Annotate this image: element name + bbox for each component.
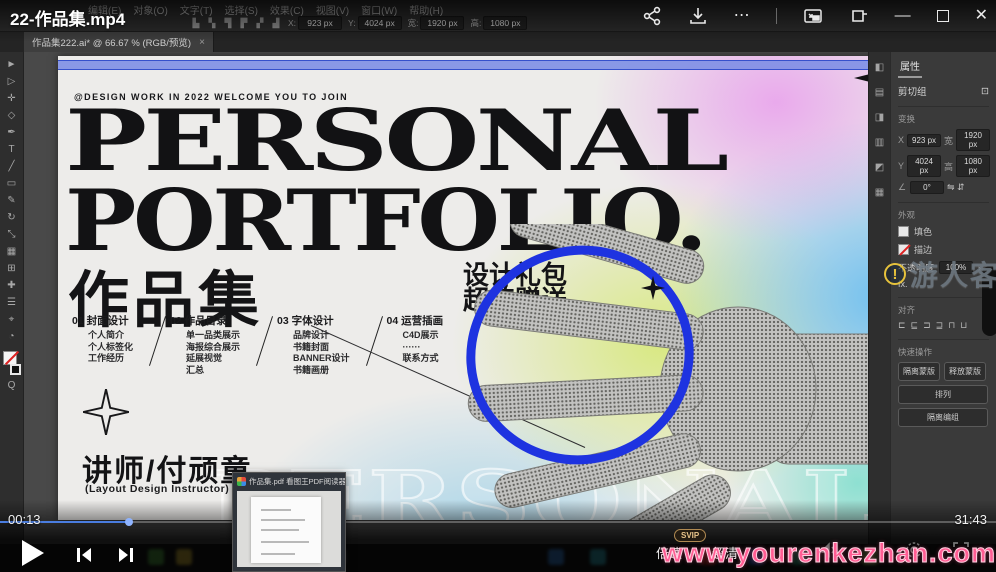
prop-w-label: 宽: [944, 135, 954, 146]
site-watermark-text: 游人客栈: [910, 260, 996, 291]
site-watermark: ! 游人客栈: [884, 254, 996, 294]
url-watermark: www.yourenkezhan.com: [661, 538, 996, 569]
panel-dock: ◧ ▤ ◨ ▥ ◩ ▦: [868, 52, 890, 572]
color-panel-icon[interactable]: ◧: [875, 62, 884, 73]
angle-field[interactable]: 0°: [910, 181, 944, 194]
column-divider: [256, 316, 274, 366]
prop-h-field[interactable]: 1080 px: [956, 155, 991, 177]
angle-icon: ∠: [898, 182, 907, 192]
poster-column-1: 01 封面设计 个人简介 个人标签化 工作经历: [72, 315, 134, 363]
progress-bar[interactable]: [0, 518, 996, 526]
column-divider: [149, 316, 167, 366]
prop-w-field[interactable]: 1920 px: [956, 129, 991, 151]
picture-in-picture-icon[interactable]: [803, 6, 823, 26]
artboard-tool[interactable]: ☰: [4, 296, 20, 309]
selection-type: 剪切组: [898, 87, 927, 98]
prop-y-label: Y: [898, 161, 905, 171]
canvas-area[interactable]: @DESIGN WORK IN 2022 WELCOME YOU TO JOIN…: [24, 52, 874, 572]
tools-panel: ► ▷ ✛ ◇ ✒ T ╱ ▭ ✎ ↻ ⤡ ▦ ⊞ ✚ ☰ ⌖ ◔ Q: [0, 52, 24, 572]
magic-wand-tool[interactable]: ✛: [4, 92, 20, 105]
stroke-swatch[interactable]: [9, 364, 21, 375]
exclamation-icon: !: [884, 263, 906, 285]
quick-actions-label: 快速操作: [898, 339, 989, 358]
align-section-label: 对齐: [898, 297, 989, 316]
brushes-panel-icon[interactable]: ◨: [875, 112, 884, 123]
isolate-mask-button[interactable]: 隔离蒙版: [898, 362, 940, 381]
fill-label: 填色: [914, 227, 933, 237]
fill-swatch[interactable]: [898, 226, 909, 237]
poster-columns: 01 封面设计 个人简介 个人标签化 工作经历 02 作品目录 单一品类展示 海…: [72, 313, 467, 376]
video-title: 22-作品集.mp4: [10, 10, 126, 29]
divider: [775, 8, 777, 24]
selection-tool[interactable]: ►: [4, 58, 20, 71]
appearance-section-label: 外观: [898, 202, 989, 221]
maximize-icon[interactable]: [936, 10, 949, 22]
transform-section-label: 变换: [898, 106, 989, 125]
hand-tool[interactable]: ⌖: [4, 313, 20, 326]
poster-instructor-en: (Layout Design Instructor): [85, 483, 230, 495]
properties-panel: 属性 剪切组 ⊡ 变换 X 923 px 宽 1920 px Y 4024 px…: [890, 52, 996, 572]
star-icon: [641, 276, 665, 300]
asset-panel-icon[interactable]: ▦: [875, 187, 884, 198]
download-icon[interactable]: [688, 6, 708, 26]
poster-column-4: 04 运营插画 C4D展示 ······ 联系方式: [386, 315, 444, 363]
arrange-button[interactable]: 排列: [898, 385, 988, 404]
tab-properties[interactable]: 属性: [898, 56, 922, 78]
mini-player-icon[interactable]: [849, 6, 869, 26]
prop-h-label: 高: [944, 161, 954, 172]
play-button[interactable]: [22, 540, 44, 566]
prop-y-field[interactable]: 4024 px: [907, 155, 942, 177]
pencil-tool[interactable]: ✎: [4, 194, 20, 207]
more-icon[interactable]: ⋯: [734, 6, 750, 26]
isolate-group-button[interactable]: 隔离编组: [898, 408, 988, 427]
align-buttons[interactable]: ⊏ ⊑ ⊐ ⊒ ⊓ ⊔: [898, 320, 989, 331]
zoom-tool[interactable]: ◔: [4, 330, 20, 343]
layers-panel-icon[interactable]: ◩: [875, 162, 884, 173]
rotate-tool[interactable]: ↻: [4, 211, 20, 224]
line-tool[interactable]: ╱: [4, 160, 20, 173]
poster-title-line1: PERSONAL: [65, 91, 729, 190]
column-divider: [365, 316, 383, 366]
prop-x-label: X: [898, 135, 905, 145]
mesh-tool[interactable]: ▦: [4, 245, 20, 258]
share-icon[interactable]: [642, 6, 662, 26]
fill-stroke-swatches[interactable]: [2, 351, 21, 375]
total-duration: 31:43: [954, 512, 987, 527]
poster-column-3: 03 字体设计 品牌设计 书籍封面 BANNER设计 书籍画册: [277, 315, 350, 375]
flip-icons[interactable]: ⇋ ⇵: [947, 182, 965, 193]
grid-tool[interactable]: ⊞: [4, 262, 20, 275]
symbols-panel-icon[interactable]: ▥: [875, 137, 884, 148]
next-button[interactable]: [116, 545, 136, 565]
selected-object-strip[interactable]: [58, 60, 874, 70]
release-mask-button[interactable]: 释放蒙版: [944, 362, 986, 381]
selection-icon: ⊡: [981, 85, 989, 97]
type-tool[interactable]: T: [4, 143, 20, 156]
poster-artboard[interactable]: @DESIGN WORK IN 2022 WELCOME YOU TO JOIN…: [58, 56, 874, 520]
shape-builder-tool[interactable]: ✚: [4, 279, 20, 292]
elapsed-time: 00:13: [8, 512, 41, 527]
poster-column-2: 02 作品目录 单一品类展示 海报综合展示 延展视觉 汇总: [170, 315, 241, 375]
previous-button[interactable]: [74, 545, 94, 565]
draw-mode-icon[interactable]: Q: [4, 379, 20, 392]
scale-tool[interactable]: ⤡: [4, 228, 20, 241]
pen-tool[interactable]: ✒: [4, 126, 20, 139]
star-outline-icon: [82, 388, 130, 436]
swatches-panel-icon[interactable]: ▤: [875, 87, 884, 98]
video-player-window: 编辑(E) 对象(O) 文字(T) 选择(S) 效果(C) 视图(V) 窗口(W…: [0, 0, 996, 572]
popup-title: 作品集.pdf 看图王PDF阅读器: [249, 476, 345, 486]
prop-x-field[interactable]: 923 px: [907, 133, 942, 147]
pdf-reader-icon: [237, 476, 246, 486]
minimize-icon[interactable]: —: [895, 6, 911, 26]
fill-none-swatch[interactable]: [2, 351, 17, 365]
direct-selection-tool[interactable]: ▷: [4, 75, 20, 88]
rectangle-tool[interactable]: ▭: [4, 177, 20, 190]
close-icon[interactable]: ✕: [975, 6, 988, 26]
lasso-tool[interactable]: ◇: [4, 109, 20, 122]
player-top-overlay: 22-作品集.mp4 ⋯ — ✕: [0, 0, 996, 42]
